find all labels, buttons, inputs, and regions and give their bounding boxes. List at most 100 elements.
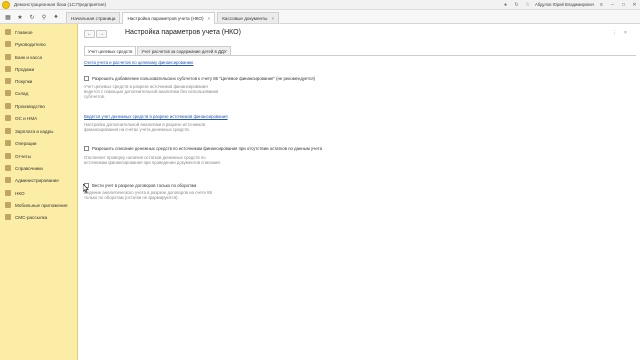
sidebar-item-directories[interactable]: Справочники [0, 163, 78, 173]
more-options-icon[interactable]: ⋮ [612, 30, 617, 36]
tab-home[interactable]: Начальная страница [66, 12, 121, 23]
menu-icon[interactable]: ≡ [598, 1, 605, 8]
main-content: ← → Настройка параметров учета (НКО) ⋮ ×… [79, 24, 640, 360]
sidebar-item-label: Покупки [15, 78, 33, 84]
sidebar-item-payroll[interactable]: Зарплата и кадры [0, 126, 78, 136]
chart-icon [5, 41, 11, 47]
cart-icon [5, 66, 11, 72]
grid-icon[interactable]: ▦ [4, 13, 12, 21]
basket-icon [5, 78, 11, 84]
sms-icon [5, 214, 11, 220]
mouse-cursor-icon [83, 184, 89, 193]
sidebar-item-mobile[interactable]: Мобильные приложения [0, 200, 78, 210]
close-tab-icon[interactable]: × [208, 16, 211, 21]
toolbar: ▦ ★ ↻ ⚲ ♠ Начальная страница Настройка п… [0, 10, 640, 24]
checkbox[interactable] [84, 76, 89, 81]
sidebar-item-assets[interactable]: ОС и НМА [0, 113, 78, 123]
form-tabs: Учет целевых средств Учет расчетов за со… [84, 46, 232, 55]
mobile-icon [5, 202, 11, 208]
close-form-icon[interactable]: × [624, 30, 627, 36]
sidebar-item-label: Отчеты [15, 153, 31, 159]
star-icon[interactable]: ★ [16, 13, 24, 21]
sidebar-item-reports[interactable]: Отчеты [0, 151, 78, 161]
accounts-settings-link[interactable]: Счета учета и расчетов по целевому финан… [84, 60, 193, 65]
option-description: Отключает проверку наличия остатков дене… [84, 155, 221, 165]
back-button[interactable]: ← [84, 30, 95, 38]
history-icon[interactable]: ↻ [513, 1, 520, 8]
bell-icon[interactable]: ♠ [52, 13, 60, 21]
notification-icon[interactable]: ● [502, 1, 509, 8]
form-tab-label: Учет целевых средств [88, 48, 133, 54]
sidebar-item-label: Справочники [15, 165, 43, 171]
close-icon[interactable]: ✕ [631, 1, 638, 8]
factory-icon [5, 103, 11, 109]
sidebar-item-label: Производство [15, 103, 45, 109]
people-icon [5, 128, 11, 134]
page-title: Настройка параметров учета (НКО) [125, 29, 241, 36]
sidebar-item-label: Склад [15, 90, 29, 96]
tab-target-funds[interactable]: Учет целевых средств [84, 46, 137, 55]
option-label: Разрешить добавление пользовательских су… [92, 76, 316, 81]
search-icon[interactable]: ⚲ [40, 13, 48, 21]
section-description: Настройка дополнительной аналитики в раз… [84, 122, 206, 132]
tab-label: Начальная страница [71, 15, 116, 21]
current-user[interactable]: Абдулов Юрий Владимирович [535, 2, 594, 7]
option-turnover-only[interactable]: Вести учет в разрезе договоров только по… [84, 183, 196, 188]
history-icon[interactable]: ↻ [28, 13, 36, 21]
sidebar-item-bank[interactable]: Банк и касса [0, 52, 78, 62]
operations-icon [5, 140, 11, 146]
reports-icon [5, 153, 11, 159]
sidebar-item-main[interactable]: Главное [0, 27, 78, 37]
tab-cash-documents[interactable]: Кассовые документы × [217, 12, 280, 23]
sidebar-item-label: Мобильные приложения [15, 202, 68, 208]
tab-nko-settings[interactable]: Настройка параметров учета (НКО) × [122, 12, 216, 24]
checkbox[interactable] [84, 146, 89, 151]
sidebar-item-label: Главное [15, 29, 33, 35]
option-label: Разрешить списание денежных средств по и… [92, 146, 322, 151]
arrow-left-icon: ← [87, 31, 92, 37]
sidebar-item-manager[interactable]: Руководителю [0, 39, 78, 49]
sidebar-item-label: НКО [15, 190, 25, 196]
gear-icon [5, 177, 11, 183]
sidebar-item-sales[interactable]: Продажи [0, 64, 78, 74]
sidebar-item-sms[interactable]: СМС-рассылка [0, 212, 78, 222]
form-header: ← → Настройка параметров учета (НКО) ⋮ × [79, 29, 640, 40]
arrow-right-icon: → [99, 31, 104, 37]
option-custom-subaccounts[interactable]: Разрешить добавление пользовательских су… [84, 76, 315, 81]
form-tab-label: Учет расчетов за содержание детей в ДДУ [141, 48, 227, 54]
tab-label: Кассовые документы [222, 15, 268, 21]
option-description: Ведение аналитического учета в разрезе д… [84, 190, 212, 200]
tab-label: Настройка параметров учета (НКО) [127, 16, 204, 21]
sidebar-item-production[interactable]: Производство [0, 101, 78, 111]
sidebar-item-label: Продажи [15, 66, 35, 72]
maximize-icon[interactable]: □ [620, 1, 627, 8]
sidebar: Главное Руководителю Банк и касса Продаж… [0, 24, 78, 360]
close-tab-icon[interactable]: × [271, 16, 274, 21]
tab-divider [84, 55, 636, 56]
sidebar-item-purchases[interactable]: Покупки [0, 76, 78, 86]
sidebar-item-label: Банк и касса [15, 54, 43, 60]
forward-button[interactable]: → [96, 30, 107, 38]
home-icon [5, 29, 11, 35]
favorites-icon[interactable]: ☆ [524, 1, 531, 8]
app-logo-icon [2, 0, 10, 9]
book-icon [5, 165, 11, 171]
sidebar-item-nko[interactable]: НКО [0, 188, 78, 198]
sidebar-item-admin[interactable]: Администрирование [0, 175, 78, 185]
title-bar: Демонстрационная база (1С:Предприятие) ●… [0, 0, 640, 10]
option-allow-negative-balance[interactable]: Разрешить списание денежных средств по и… [84, 146, 322, 151]
tab-kindergarten-payments[interactable]: Учет расчетов за содержание детей в ДДУ [137, 46, 231, 55]
option-description: Учет целевых средств в разрезе источнико… [84, 84, 219, 99]
sidebar-item-operations[interactable]: Операции [0, 138, 78, 148]
title-bar-controls: ● ↻ ☆ Абдулов Юрий Владимирович ≡ – □ ✕ [502, 1, 638, 8]
nko-icon [5, 190, 11, 196]
cash-funding-sources-link[interactable]: Ведется учет денежных средств в разрезе … [84, 114, 228, 119]
minimize-icon[interactable]: – [609, 1, 616, 8]
assets-icon [5, 115, 11, 121]
sidebar-item-warehouse[interactable]: Склад [0, 88, 78, 98]
sidebar-item-label: Руководителю [15, 41, 46, 47]
warehouse-icon [5, 90, 11, 96]
sidebar-item-label: Операции [15, 140, 37, 146]
sidebar-item-label: Администрирование [15, 177, 59, 183]
sidebar-item-label: СМС-рассылка [15, 214, 48, 220]
